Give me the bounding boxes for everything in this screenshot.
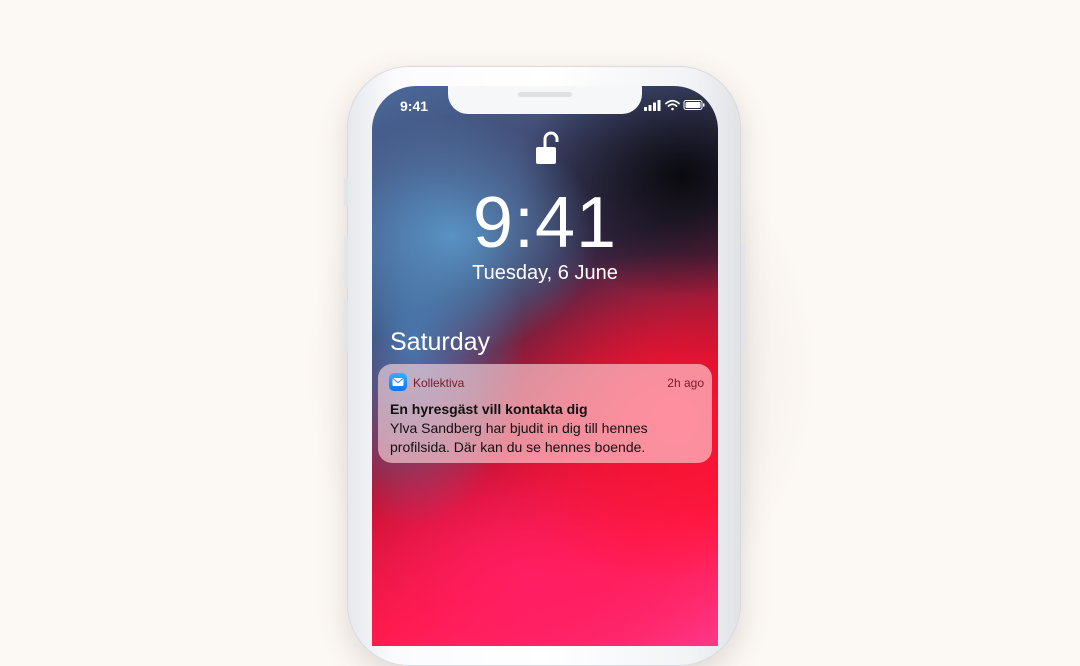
notification-time: 2h ago — [667, 376, 704, 390]
mail-app-icon — [389, 373, 407, 391]
status-time: 9:41 — [400, 98, 429, 114]
battery-icon — [683, 100, 705, 110]
wifi-icon — [665, 99, 680, 111]
lock-screen-clock: 9:41 — [472, 183, 618, 263]
volume-down-button — [344, 300, 348, 352]
notification-group-header: Saturday — [390, 328, 491, 356]
speaker-grille — [518, 92, 572, 97]
notification-body: Ylva Sandberg har bjudit in dig till hen… — [390, 420, 648, 455]
volume-up-button — [344, 236, 348, 288]
notch — [448, 86, 642, 114]
status-icons — [644, 99, 705, 111]
lock-screen-date: Tuesday, 6 June — [472, 262, 618, 284]
notification-title: En hyresgäst vill kontakta dig — [390, 401, 588, 417]
unlocked-padlock-icon[interactable] — [535, 128, 559, 168]
mute-switch — [344, 178, 348, 206]
side-button — [741, 242, 745, 348]
notification-app-name: Kollektiva — [413, 376, 465, 390]
cellular-signal-icon — [644, 100, 661, 111]
